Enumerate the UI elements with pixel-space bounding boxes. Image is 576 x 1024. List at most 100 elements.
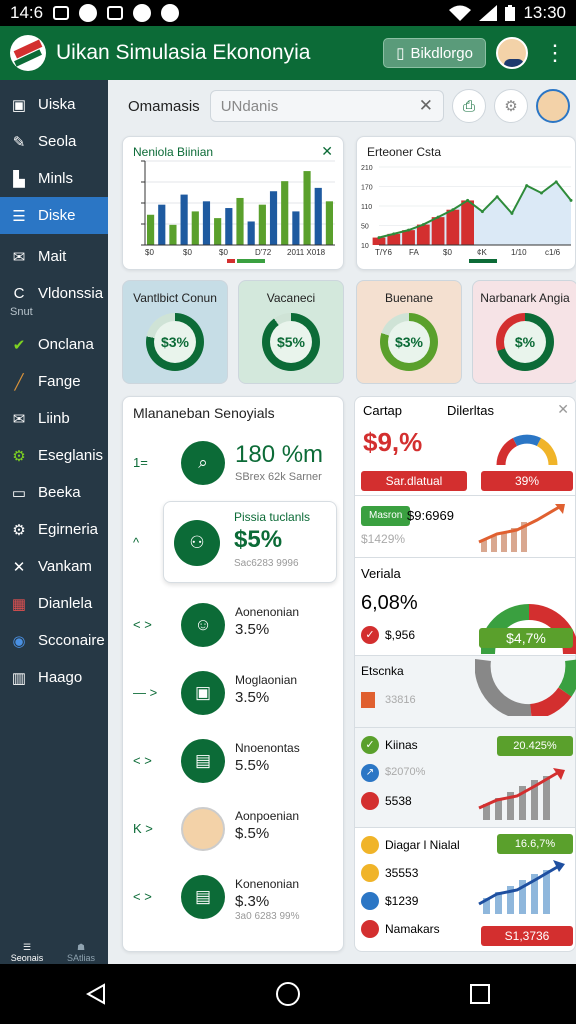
sidebar-item-onclana[interactable]: ✔ Onclana [0,326,108,363]
sidebar-item-mait[interactable]: ✉ Mait [0,238,108,275]
kpi-ring: $5% [262,313,320,371]
bar [431,217,445,245]
section6-item-4: Namakars [385,922,440,936]
settings-icon: ⚙ [12,521,26,539]
chevron-icon[interactable]: < > [133,889,173,904]
camera-icon [107,6,124,20]
data-point [554,180,558,184]
appbar-button[interactable]: ▯ Bikdlorgo [383,38,486,68]
sidebar-item-scconaire[interactable]: ◉ Scconaire [0,622,108,659]
chevron-icon[interactable]: K > [133,821,173,836]
more-menu-icon[interactable]: ⋮ [544,42,566,64]
list-item[interactable]: — > ▣ Moglaonian 3.5% [123,665,343,721]
area-chart-card: Erteoner Csta 210 170 110 50 10 T/Y6 FA $0 ¢K 1/1… [356,136,576,270]
sidebar: ▣ Uiska ✎ Seola ▙ Minls ☰ Diske ✉ Mait C Vldonssia S… [0,80,108,964]
highlight-value: $5% [234,526,283,553]
person-icon: ☺ [181,603,225,647]
sidebar-item-label: Onclana [38,336,94,353]
y-tick-label: 110 [361,204,372,211]
right-row-2: Masron $9:6969 $1429% [354,496,576,558]
home-button[interactable] [268,974,308,1014]
pencil-icon: ✎ [12,133,26,151]
sidebar-item-seola[interactable]: ✎ Seola [0,123,108,160]
bar [314,187,322,245]
collapse-icon[interactable]: ^ [133,535,139,550]
kpi-value: $% [504,321,546,363]
sidebar-item-liinb[interactable]: ✉ Liinb [0,400,108,437]
section3-sub: $,956 [385,628,416,642]
kpi-card[interactable]: Vacaneci $5% [238,280,344,384]
profile-avatar[interactable] [536,89,570,123]
red-pill-left: Sar.dlatual [361,471,467,491]
scroll-indicator[interactable] [237,259,265,263]
user-avatar[interactable] [496,37,528,69]
menu-icon[interactable]: 1= [133,455,173,470]
kpi-card[interactable]: Narbanark Angia $% [472,280,576,384]
scroll-indicator[interactable] [227,259,235,263]
list-item[interactable]: < > ☺ Aonenonian 3.5% [123,597,343,653]
kpi-ring: $% [496,313,554,371]
chevron-icon[interactable]: — > [133,685,173,700]
list-item[interactable]: K > Aonpoenian $.5% [123,801,343,857]
bar [236,197,244,245]
sidebar-item-minls[interactable]: ▙ Minls [0,160,108,197]
status-bar: 14:6 13:30 [0,0,576,26]
featured-row[interactable]: 1= ⌕ 180 %m SBrex 62k Sarner [123,435,343,491]
sidebar-item-beeka[interactable]: ▭ Beeka [0,474,108,511]
chevron-icon[interactable]: < > [133,617,173,632]
search-chart-icon: ⌕ [181,441,225,485]
search-input[interactable]: UNdanis ✕ [209,90,444,122]
list-item[interactable]: < > ▤ Nnoenontas 5.5% [123,733,343,789]
pen-icon: ╱ [14,373,24,391]
back-button[interactable] [76,974,116,1014]
sidebar-item-egirneria[interactable]: ⚙ Egirneria [0,511,108,548]
kpi-card[interactable]: Buenane $3% [356,280,462,384]
building-icon: ▙ [13,170,25,188]
recents-button[interactable] [460,974,500,1014]
close-icon[interactable]: ✕ [557,401,569,418]
data-point [510,211,514,215]
home-icon [276,982,300,1006]
list-item-name: Nnoenontas [235,741,300,755]
settings-button[interactable]: ⚙ [494,89,528,123]
list-item-value: $.5% [235,825,270,842]
sidebar-item-label: Minls [38,170,74,187]
list-item-sub: 3a0 6283 99% [235,911,300,922]
data-point [407,228,411,232]
highlight-card[interactable]: ⚇ Pissia tuclanls $5% Sac6283 9996 [163,501,337,583]
chevron-icon[interactable]: < > [133,753,173,768]
sidebar-item-dianlela[interactable]: ▦ Dianlela [0,585,108,622]
kpi-ring: $3% [146,313,204,371]
row2-value: $9:6969 [407,508,454,523]
green-pill: $4,7% [479,628,573,648]
sidebar-item-haago[interactable]: ▥ Haago [0,659,108,696]
kpi-card[interactable]: Vantlbict Conun $3% [122,280,228,384]
sidebar-item-uiska[interactable]: ▣ Uiska [0,86,108,123]
sidebar-footer-right[interactable]: ☗ SAtlias [54,934,108,964]
x-tick-label: FA [409,248,419,257]
status-time-right: 13:30 [523,3,566,22]
list-title: Mlananeban Senoyials [133,405,275,421]
bar [303,171,311,245]
list-item[interactable]: < > ▤ Konenonian $.3% 3a0 6283 99% [123,869,343,925]
right-header-left: Cartap [363,403,403,418]
x-tick-label: ¢K [477,248,487,257]
sidebar-item-label: Dianlela [38,595,93,612]
sidebar-item-vankam[interactable]: ✕ Vankam [0,548,108,585]
bar [147,214,155,245]
chart-icon: ▥ [11,669,27,687]
growth-chart [478,504,565,552]
sidebar-item-diske[interactable]: ☰ Diske [0,197,108,234]
sidebar-item-eseglanis[interactable]: ⚙ Eseglanis [0,437,108,474]
sidebar-item-label: Uiska [38,96,76,113]
scroll-indicator[interactable] [469,259,497,263]
clear-icon[interactable]: ✕ [419,96,433,116]
section6-pill: 16.6,7% [497,834,573,854]
check-icon: ✓ [361,626,379,644]
x-tick-label: $0 [443,248,452,257]
section6-item-3: $1239 [385,894,419,908]
sidebar-footer-left[interactable]: ☰ Seonais [0,934,54,964]
export-button[interactable]: ⎙ [452,89,486,123]
sidebar-item-fange[interactable]: ╱ Fange [0,363,108,400]
sidebar-item-label: Beeka [38,484,81,501]
